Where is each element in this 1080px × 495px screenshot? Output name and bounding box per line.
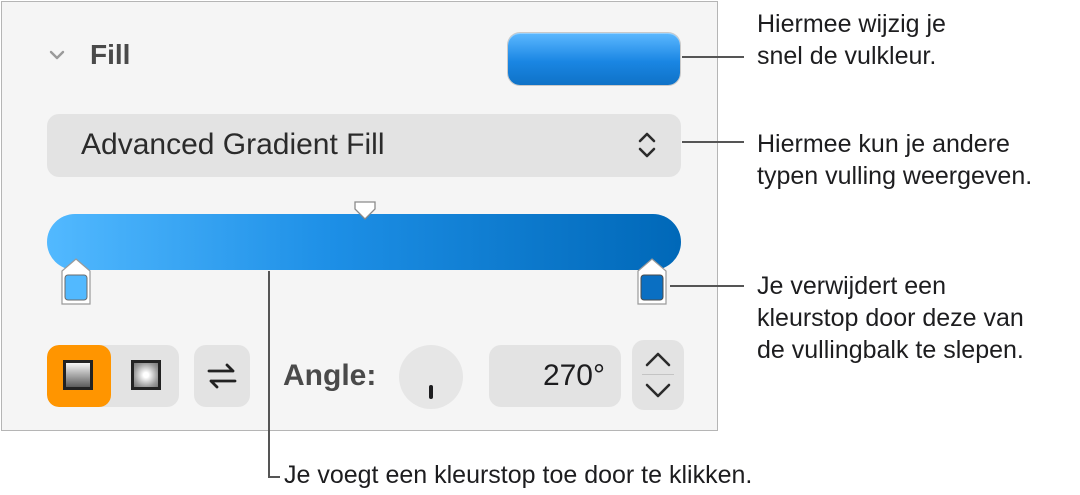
angle-dial-indicator [429,385,433,399]
flip-gradient-button[interactable] [194,345,250,407]
callout-line-fill-type [682,141,744,143]
callout-line: typen vulling weergeven. [757,162,1033,190]
swap-arrows-icon [207,363,237,389]
angle-dial[interactable] [399,345,463,409]
chevron-down-icon[interactable] [46,44,68,66]
callout-line-remove-stop [670,285,744,287]
fill-inspector-panel: Fill Advanced Gradient Fill Angle: 270° [1,1,718,431]
gradient-type-segmented-control [47,345,179,407]
angle-label: Angle: [283,359,377,392]
callout-color-well: Hiermee wijzig je snel de vulkleur. [757,8,946,72]
callout-line: Je voegt een kleurstop toe door te klikk… [284,461,753,489]
fill-type-value: Advanced Gradient Fill [81,128,385,161]
callout-line: Hiermee kun je andere [757,130,1010,158]
callout-line: snel de vulkleur. [757,42,937,70]
linear-gradient-icon [63,360,93,390]
callout-line-color-well [682,56,744,58]
callout-fill-type: Hiermee kun je andere typen vulling weer… [757,128,1032,192]
angle-stepper[interactable] [632,340,684,410]
angle-input[interactable]: 270° [489,345,621,407]
up-down-chevron-icon [638,132,656,158]
color-stop-right[interactable] [636,258,668,306]
callout-line: Je verwijdert een [757,272,946,300]
color-well-button[interactable] [508,33,680,85]
gradient-bar[interactable] [47,214,681,270]
chevron-down-icon[interactable] [644,382,672,400]
stepper-divider [642,374,674,375]
radial-gradient-icon [131,360,161,390]
callout-line: kleurstop door deze van [757,304,1024,332]
callout-remove-stop: Je verwijdert een kleurstop door deze va… [757,270,1024,366]
fill-type-popup[interactable]: Advanced Gradient Fill [47,114,681,177]
radial-gradient-button[interactable] [113,345,179,407]
section-title: Fill [90,39,131,70]
callout-line: Hiermee wijzig je [757,10,946,38]
linear-gradient-button[interactable] [47,345,111,407]
chevron-up-icon[interactable] [644,350,672,368]
callout-line-add-stop-vertical [268,271,270,477]
gradient-midpoint-handle[interactable] [353,201,377,221]
callout-line-add-stop-horizontal [268,476,280,478]
callout-add-stop: Je voegt een kleurstop toe door te klikk… [284,459,752,491]
color-stop-left[interactable] [60,258,92,306]
callout-line: de vullingbalk te slepen. [757,336,1024,364]
angle-value: 270° [542,359,605,392]
